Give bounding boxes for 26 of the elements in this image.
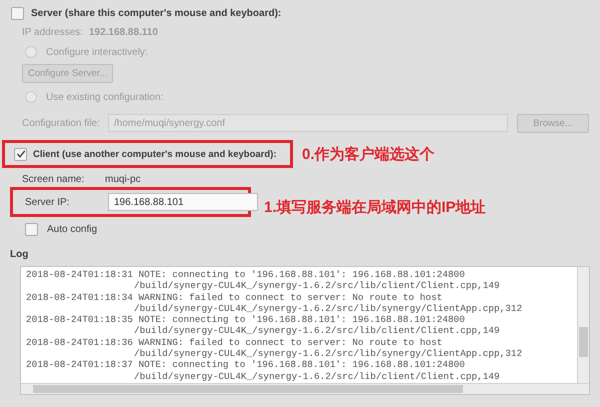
screen-name-label: Screen name:	[22, 174, 86, 184]
server-ip-field[interactable]: 196.168.88.101	[108, 193, 258, 211]
checkbox[interactable]	[25, 222, 38, 236]
ip-addresses-label: IP addresses:	[22, 26, 83, 38]
configuration-file-label: Configuration file:	[22, 118, 101, 128]
server-ip-label: Server IP:	[25, 196, 70, 208]
log-line: 2018-08-24T01:18:34 WARNING: failed to connect to server: No route to host	[26, 292, 442, 303]
log-line: 2018-08-24T01:18:31 NOTE: connecting to '196.168.88.101': 196.168.88.101:24800	[26, 269, 465, 280]
log-line: 2018-08-24T01:18:35 NOTE: connecting to '196.168.88.101': 196.168.88.101:24800	[26, 314, 465, 326]
log-title: Log	[10, 249, 28, 260]
log-line: /build/synergy-CUL4K_/synergy-1.6.2/src/lib/synergy/ClientApp.cpp,312	[134, 302, 522, 314]
log-line: /build/synergy-CUL4K_/synergy-1.6.2/src/lib/client/Client.cpp,149	[134, 325, 500, 336]
screen-name-value: muqi-pc	[105, 174, 141, 184]
checkbox[interactable]	[14, 148, 27, 160]
log-line: 2018-08-24T01:18:37 NOTE: connecting to '196.168.88.101': 196.168.88.101:24800	[26, 359, 465, 370]
vertical-scrollbar[interactable]	[577, 267, 589, 384]
auto-config-label[interactable]: Auto config	[47, 224, 98, 234]
horizontal-scrollbar[interactable]	[21, 383, 589, 394]
log-line: /build/synergy-CUL4K_/synergy-1.6.2/src/lib/synergy/ClientApp.cpp,312	[134, 348, 522, 360]
annotation-text: 0.作为客户端选这个	[302, 144, 435, 164]
client-option-label[interactable]: Client (use another computer's mouse and keyboard):	[33, 148, 276, 160]
ip-addresses-value: 192.168.88.110	[88, 26, 158, 38]
annotation-text: 1.填写服务端在局域网中的IP地址	[264, 198, 486, 216]
log-line: /build/synergy-CUL4K_/synergy-1.6.2/src/lib/client/Client.cpp,149	[134, 370, 500, 382]
log-line: /build/synergy-CUL4K_/synergy-1.6.2/src/lib/client/Client.cpp,149	[134, 280, 500, 292]
log-line: 2018-08-24T01:18:36 WARNING: failed to connect to server: No route to host	[26, 336, 442, 348]
